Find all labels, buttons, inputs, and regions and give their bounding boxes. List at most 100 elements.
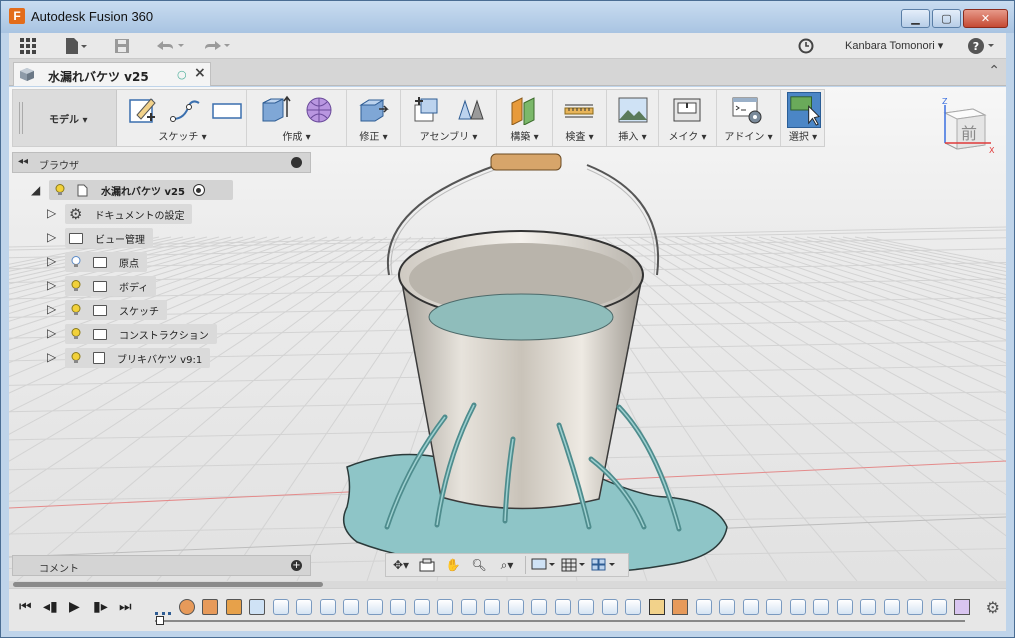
timeline-feature-icon[interactable] (789, 599, 806, 615)
display-settings-icon[interactable] (530, 556, 556, 574)
job-status-button[interactable] (798, 37, 814, 55)
timeline-feature-icon[interactable] (930, 599, 947, 615)
timeline-feature-icon[interactable] (225, 599, 242, 615)
scrollbar-thumb[interactable] (13, 582, 323, 587)
timeline-feature-icon[interactable] (366, 599, 383, 615)
timeline-feature-icon[interactable] (202, 599, 218, 615)
expand-triangle-icon[interactable]: ▷ (47, 230, 56, 244)
timeline-feature-icon[interactable] (860, 599, 876, 615)
timeline-feature-icon[interactable] (249, 599, 265, 615)
make-group[interactable]: メイク ▾ (659, 90, 717, 146)
timeline-feature-icon[interactable] (155, 599, 171, 615)
zoom-window-icon[interactable]: ⌕▾ (494, 556, 520, 574)
timeline-feature-icon[interactable] (601, 599, 618, 615)
timeline-feature-icon[interactable] (695, 599, 712, 615)
timeline-feature-icon[interactable] (883, 599, 900, 615)
comments-panel[interactable]: コメント + (12, 555, 311, 576)
save-button[interactable] (114, 37, 130, 55)
timeline-feature-icon[interactable] (507, 599, 524, 615)
timeline-feature-icon[interactable] (907, 599, 923, 615)
expand-triangle-icon[interactable]: ▷ (47, 326, 56, 340)
timeline-feature-icon[interactable] (272, 599, 289, 615)
previous-step-icon[interactable]: ◂▮ (43, 599, 58, 615)
timeline-feature-icon[interactable] (578, 599, 594, 615)
create-group[interactable]: 作成 ▾ (247, 90, 347, 146)
addins-group[interactable]: アドイン ▾ (717, 90, 781, 146)
orbit-icon[interactable]: ✥▾ (390, 556, 412, 574)
timeline-feature-icon[interactable] (390, 599, 406, 615)
visibility-bulb-icon[interactable] (71, 304, 81, 316)
maximize-button[interactable]: ▢ (932, 9, 961, 28)
chevron-up-icon[interactable]: ⌃ (988, 63, 1000, 79)
close-tab-icon[interactable]: × (194, 65, 206, 81)
visibility-bulb-icon[interactable] (55, 184, 65, 196)
timeline-marker[interactable] (156, 616, 164, 625)
timeline-feature-icon[interactable] (319, 599, 336, 615)
grid-settings-icon[interactable] (560, 556, 586, 574)
component-icon (93, 352, 105, 364)
visibility-bulb-icon[interactable] (71, 256, 81, 268)
timeline-feature-icon[interactable] (813, 599, 829, 615)
timeline-feature-icon[interactable] (672, 599, 688, 615)
visibility-bulb-icon[interactable] (71, 280, 81, 292)
timeline-feature-icon[interactable] (719, 599, 735, 615)
construct-group[interactable]: 構築 ▾ (497, 90, 553, 146)
modify-group[interactable]: 修正 ▾ (347, 90, 401, 146)
visibility-bulb-icon[interactable] (71, 352, 81, 364)
workspace-switcher[interactable]: モデル ▾ (13, 90, 117, 146)
timeline-feature-icon[interactable] (460, 599, 477, 615)
visibility-bulb-icon[interactable] (71, 328, 81, 340)
look-at-icon[interactable] (416, 556, 438, 574)
collapse-triangle-icon[interactable]: ◢ (31, 183, 40, 197)
expand-triangle-icon[interactable]: ▷ (47, 278, 56, 292)
timeline-feature-icon[interactable] (484, 599, 500, 615)
minimize-browser-icon[interactable] (291, 157, 302, 168)
gear-icon[interactable]: ⚙ (986, 598, 1000, 617)
go-to-start-icon[interactable]: ⏮ (19, 599, 32, 615)
insert-group[interactable]: 挿入 ▾ (607, 90, 659, 146)
go-to-end-icon[interactable]: ⏭ (119, 599, 132, 615)
user-account-menu[interactable]: Kanbara Tomonori ▾ (845, 39, 943, 52)
document-tab[interactable]: 水漏れバケツ v25 ○ × (13, 62, 211, 86)
timeline-feature-icon[interactable] (296, 599, 312, 615)
expand-triangle-icon[interactable]: ▷ (47, 254, 56, 268)
undo-button[interactable] (153, 37, 187, 55)
file-menu-button[interactable] (64, 37, 88, 55)
timeline-feature-icon[interactable] (742, 599, 759, 615)
collapse-browser-icon[interactable]: ◂◂ (18, 156, 28, 167)
timeline-feature-icon[interactable] (178, 599, 195, 615)
activate-radio-icon[interactable] (192, 184, 205, 196)
expand-triangle-icon[interactable]: ▷ (47, 302, 56, 316)
expand-triangle-icon[interactable]: ▷ (47, 350, 56, 364)
timeline-feature-icon[interactable] (343, 599, 359, 615)
viewport-canvas[interactable]: モデル ▾ スケッチ ▾ 作成 ▾ 修正 ▾ アセンブリ ▾ 構築 ▾ 検査 ▾… (9, 87, 1006, 581)
help-button[interactable]: ? (967, 37, 997, 55)
next-step-icon[interactable]: ▮▸ (93, 599, 108, 615)
add-comment-icon[interactable]: + (291, 560, 302, 571)
timeline-feature-icon[interactable] (413, 599, 430, 615)
timeline-feature-icon[interactable] (836, 599, 853, 615)
browser-header[interactable]: ◂◂ ブラウザ (12, 152, 311, 173)
zoom-icon[interactable]: 🔍︎ (468, 556, 490, 574)
timeline-feature-icon[interactable] (954, 599, 970, 615)
data-panel-button[interactable] (19, 37, 37, 55)
expand-triangle-icon[interactable]: ▷ (47, 206, 56, 220)
redo-button[interactable] (199, 37, 233, 55)
timeline-feature-icon[interactable] (648, 599, 665, 615)
select-group[interactable]: 選択 ▾ (781, 90, 825, 146)
timeline-feature-icon[interactable] (531, 599, 547, 615)
viewcube[interactable]: 前 Z X (933, 95, 997, 159)
close-button[interactable]: ✕ (963, 9, 1008, 28)
horizontal-scrollbar[interactable] (9, 581, 1006, 588)
assemble-group[interactable]: アセンブリ ▾ (401, 90, 497, 146)
viewports-icon[interactable] (590, 556, 616, 574)
minimize-button[interactable]: ▁ (901, 9, 930, 28)
play-icon[interactable]: ▶ (69, 599, 80, 615)
timeline-feature-icon[interactable] (625, 599, 641, 615)
inspect-group[interactable]: 検査 ▾ (553, 90, 607, 146)
sketch-group[interactable]: スケッチ ▾ (119, 90, 247, 146)
pan-icon[interactable]: ✋ (442, 556, 464, 574)
timeline-feature-icon[interactable] (766, 599, 782, 615)
timeline-feature-icon[interactable] (554, 599, 571, 615)
timeline-feature-icon[interactable] (437, 599, 453, 615)
